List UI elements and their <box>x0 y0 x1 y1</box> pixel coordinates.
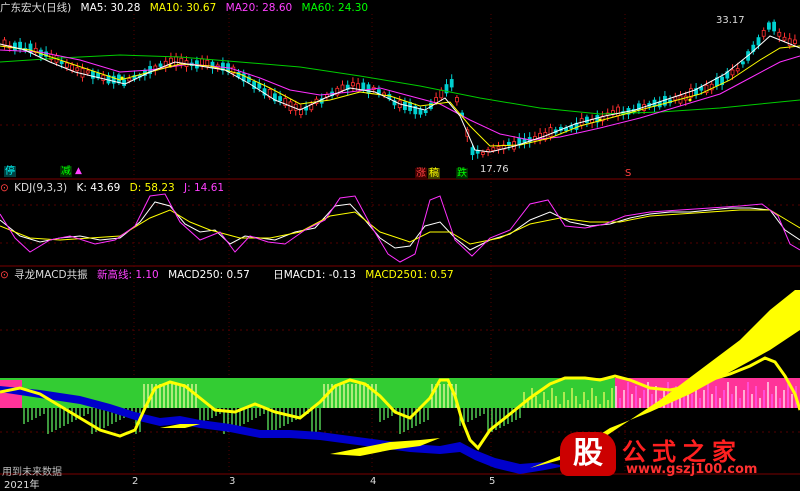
watermark-url: www.gszj100.com <box>626 462 758 477</box>
candle-body <box>257 83 262 89</box>
signal-tag-draft: 稿 <box>428 168 440 179</box>
kdj-j-line <box>0 193 800 263</box>
candle-body <box>350 82 355 87</box>
signal-tag-rise: 涨 <box>415 168 427 179</box>
candle-body <box>434 97 439 103</box>
macd-header: ⊙ 寻龙MACD共振 新高线: 1.10 MACD250: 0.57 日MACD… <box>0 268 460 282</box>
candle-body <box>122 79 126 87</box>
macd2501-value: MACD2501: 0.57 <box>365 269 454 281</box>
kdj-k-value: K: 43.69 <box>76 182 121 194</box>
candle-body <box>772 21 776 32</box>
signal-tag-s: S <box>625 168 632 179</box>
low-price-label: 17.76 <box>480 164 509 175</box>
chart-canvas[interactable] <box>0 0 800 490</box>
candle-body <box>75 67 80 72</box>
candle-body <box>70 64 74 71</box>
candle-body <box>340 84 345 91</box>
candle-body <box>449 79 454 88</box>
candle-body <box>293 103 298 111</box>
macd250-value: MACD250: 0.57 <box>168 269 250 281</box>
candles <box>2 19 797 161</box>
candle-body <box>793 39 797 44</box>
kdj-j-value: J: 14.61 <box>184 182 225 194</box>
candle-body <box>91 71 95 79</box>
signal-tag-stop: 停 <box>4 166 16 177</box>
macd-title[interactable]: 寻龙MACD共振 <box>14 269 87 281</box>
signal-up-arrow: ▲ <box>75 166 82 176</box>
candle-body <box>616 106 620 116</box>
candle-body <box>767 22 771 30</box>
candle-body <box>18 41 23 50</box>
x-axis-label-apr: 4 <box>370 476 377 487</box>
site-watermark: 股 公式之家 www.gszj100.com <box>560 430 796 482</box>
candle-body <box>470 147 475 156</box>
candle-body <box>59 60 64 65</box>
candle-body <box>741 61 745 65</box>
candle-body <box>12 42 17 51</box>
macd-new-high-value: 新高线: 1.10 <box>96 269 159 281</box>
x-axis-label-mar: 3 <box>229 476 236 487</box>
x-axis-label-2021: 2021年 <box>4 480 40 491</box>
x-axis-label-feb: 2 <box>132 476 139 487</box>
candle-body <box>548 127 553 137</box>
kdj-header: ⊙ KDJ(9,3,3) K: 43.69 D: 58.23 J: 14.61 <box>0 181 230 195</box>
kdj-title[interactable]: KDJ(9,3,3) <box>14 182 67 194</box>
candle-body <box>127 78 132 82</box>
candle-body <box>278 96 283 102</box>
candle-body <box>418 108 423 115</box>
candle-body <box>85 70 90 74</box>
candle-body <box>101 74 106 81</box>
candle-body <box>761 30 766 37</box>
candle-body <box>174 56 179 66</box>
kdj-d-value: D: 58.23 <box>129 182 175 194</box>
candle-body <box>80 68 85 78</box>
candle-body <box>585 116 589 123</box>
high-price-label: 33.17 <box>716 15 745 26</box>
candle-body <box>361 82 366 90</box>
kdj-d-line <box>0 209 800 245</box>
macd-collapse-icon[interactable]: ⊙ <box>0 269 9 281</box>
candle-body <box>158 63 163 67</box>
candle-body <box>168 57 173 64</box>
watermark-logo: 股 <box>560 432 616 476</box>
signal-tag-reduce: 减 <box>60 166 72 177</box>
candle-body <box>423 110 428 114</box>
candle-body <box>730 69 735 76</box>
signal-tag-fall: 跌 <box>456 168 468 179</box>
kdj-collapse-icon[interactable]: ⊙ <box>0 182 9 194</box>
x-axis-label-may: 5 <box>489 476 496 487</box>
daily-macd1-value: 日MACD1: -0.13 <box>273 269 356 281</box>
candle-body <box>491 147 496 151</box>
candle-body <box>496 146 501 150</box>
candle-body <box>756 37 761 46</box>
candle-body <box>777 31 782 37</box>
candle-body <box>480 151 485 155</box>
candle-body <box>782 36 787 41</box>
candle-body <box>735 68 740 72</box>
candle-body <box>454 97 459 103</box>
candle-body <box>439 89 444 99</box>
candle-body <box>65 62 69 68</box>
